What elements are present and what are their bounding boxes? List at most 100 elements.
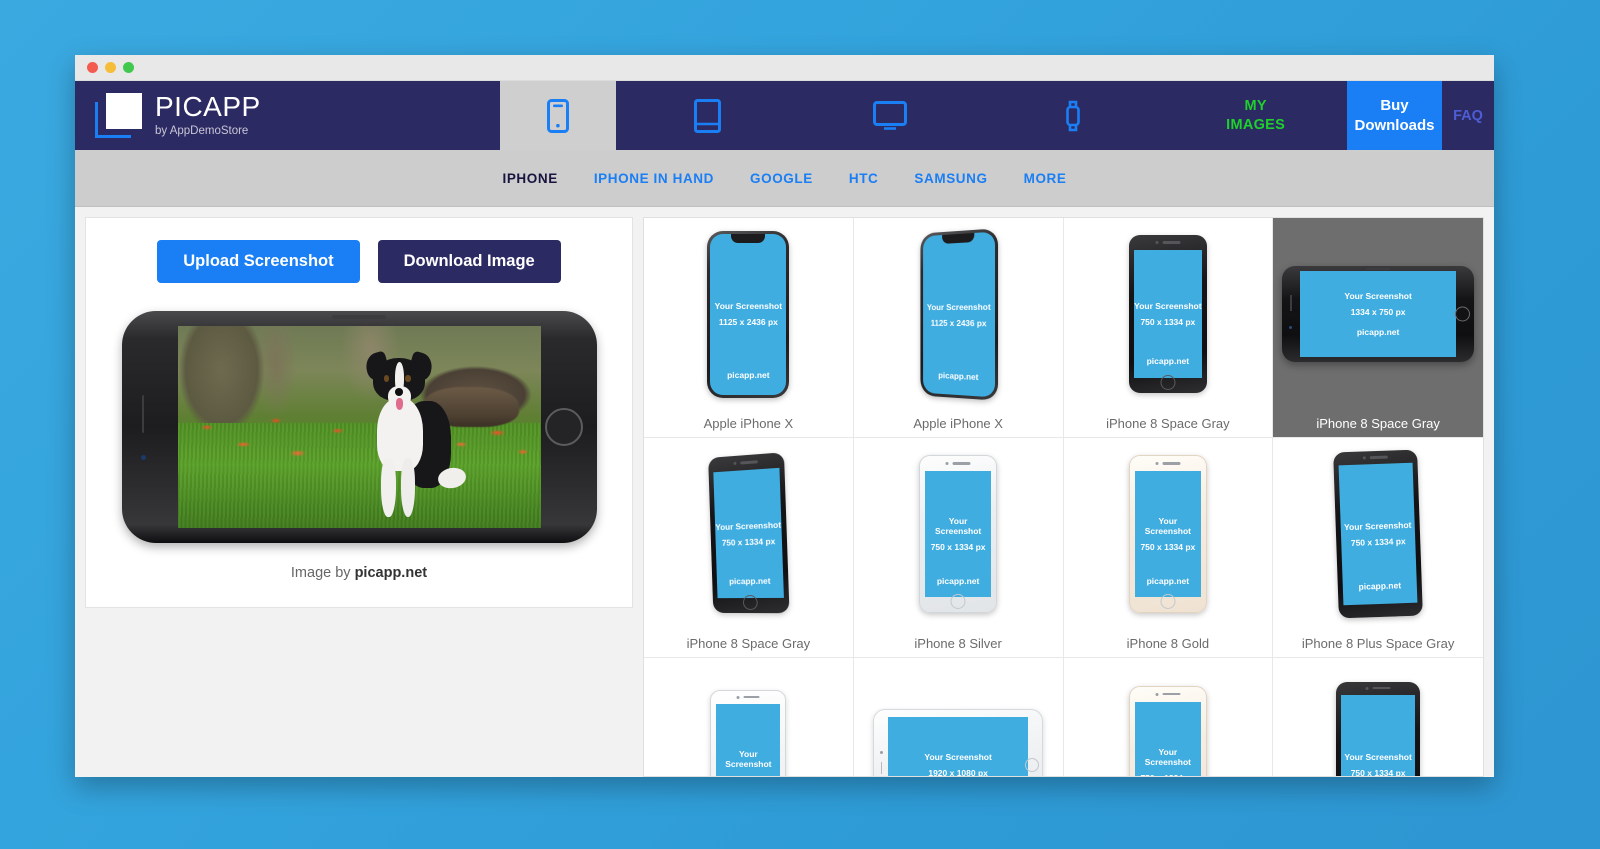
placeholder-screen: Your Screenshot 750 x 1334 px picapp.net [1134,471,1201,597]
nav-tab-phone[interactable] [500,81,616,150]
placeholder-size: 750 x 1334 px [722,536,776,548]
subnav-item-htc[interactable]: HTC [849,171,879,186]
brand-title: PICAPP [155,91,261,123]
iphone-8-landscape-frame: Your Screenshot 1334 x 750 px picapp.net [1282,266,1475,362]
iphone-8-gold-frame: Your Screenshot 750 x 1334 px picapp.net [1128,455,1207,613]
device-cell-row3-4[interactable]: Your Screenshot 750 x 1334 px [1273,658,1483,776]
placeholder-screen: Your Screenshot 750 x 1334 px picapp.net [1338,462,1418,606]
placeholder-screen: Your Screenshot 750 x 1334 px picapp.net [713,467,785,599]
desktop-icon [873,100,908,131]
device-cell-iphone-8-gold[interactable]: Your Screenshot 750 x 1334 px picapp.net… [1063,438,1274,658]
picapp-logo-icon [95,93,142,138]
preview-card: Upload Screenshot Download Image Image b… [85,217,633,608]
placeholder-title: Your Screenshot [1344,291,1412,301]
front-camera-icon [880,751,884,755]
placeholder-title: Your Screenshot [934,516,982,536]
maximize-window-button[interactable] [123,62,134,73]
minimize-window-button[interactable] [105,62,116,73]
device-cell-iphone-8-space-gray-landscape[interactable]: Your Screenshot 1334 x 750 px picapp.net… [1273,218,1483,438]
placeholder-watermark: picapp.net [1146,356,1190,367]
placeholder-screen: Your Screenshot 750 x 1334 px picapp.net [1133,250,1202,378]
device-cell-iphone-8-space-gray-angled[interactable]: Your Screenshot 750 x 1334 px picapp.net… [644,438,854,658]
iphone-8-angled-frame: Your Screenshot 750 x 1334 px picapp.net [708,452,790,614]
placeholder-size: 1125 x 2436 px [718,317,778,327]
device-cell-iphone-8-silver[interactable]: Your Screenshot 750 x 1334 px picapp.net… [853,438,1064,658]
subnav-item-samsung[interactable]: SAMSUNG [914,171,987,186]
placeholder-screen: Your Screenshot 1080 x 1920 px [716,703,781,776]
camera-speaker-icon [1155,462,1181,465]
device-grid-panel[interactable]: Your Screenshot 1125 x 2436 px picapp.ne… [643,217,1484,777]
upload-screenshot-button[interactable]: Upload Screenshot [157,240,360,283]
iphone-x-frame: Your Screenshot 1125 x 2436 px picapp.ne… [707,230,790,398]
placeholder-size: 750 x 1334 px [1140,542,1196,552]
buy-downloads-line1: Buy [1380,97,1409,114]
placeholder-size: 750 x 1334 px [1350,536,1406,548]
placeholder-screen: Your Screenshot 750 x 1334 px picapp.net [925,471,992,597]
iphone-x-angled-frame: Your Screenshot 1125 x 2436 px picapp.ne… [920,227,999,401]
placeholder-screen: Your Screenshot 1125 x 2436 px picapp.ne… [710,233,787,395]
brand-logo[interactable]: PICAPP by AppDemoStore [75,81,500,150]
placeholder-title: Your Screenshot [715,519,782,533]
device-cell-iphone-8-space-gray[interactable]: Your Screenshot 750 x 1334 px picapp.net… [1063,218,1274,438]
tablet-landscape-frame: Your Screenshot 1920 x 1080 px [873,708,1044,776]
device-label: iPhone 8 Gold [1126,636,1210,651]
preview-photo [177,326,541,528]
nav-tab-desktop[interactable] [799,100,982,131]
device-grid: Your Screenshot 1125 x 2436 px picapp.ne… [644,218,1483,777]
placeholder-size: 750 x 1334 px [1140,317,1196,327]
camera-speaker-icon [1155,241,1181,244]
home-button-icon [950,594,966,609]
device-cell-row3-1[interactable]: Your Screenshot 1080 x 1920 px [644,658,854,776]
camera-speaker-icon [1365,686,1391,690]
subnav-item-more[interactable]: MORE [1024,171,1067,186]
home-button-icon [1160,375,1176,390]
subnav-item-iphone[interactable]: IPHONE [502,171,557,186]
home-button-icon [1455,306,1471,322]
placeholder-title: Your Screenshot [924,751,992,762]
device-cell-iphone-8-plus-space-gray[interactable]: Your Screenshot 750 x 1334 px picapp.net… [1273,438,1483,658]
browser-window: PICAPP by AppDemoStore MY IMAGES Buy Dow… [75,55,1494,777]
placeholder-screen: Your Screenshot 1920 x 1080 px [888,716,1029,776]
tablet-icon [693,98,721,133]
window-titlebar [75,55,1494,81]
image-credit-link[interactable]: picapp.net [355,565,428,581]
placeholder-watermark: picapp.net [1356,327,1400,337]
nav-tab-watch[interactable] [982,99,1165,133]
placeholder-title: Your Screenshot [725,749,772,769]
subnav-item-iphone-in-hand[interactable]: IPHONE IN HAND [594,171,714,186]
camera-speaker-icon [736,695,760,699]
placeholder-screen: Your Screenshot 750 x 1334 px [1134,701,1201,777]
image-credit: Image by picapp.net [106,565,612,581]
device-cell-apple-iphone-x[interactable]: Your Screenshot 1125 x 2436 px picapp.ne… [644,218,854,438]
placeholder-size: 750 x 1334 px [1140,773,1195,777]
nav-tab-tablet[interactable] [616,98,799,133]
device-label: iPhone 8 Space Gray [686,636,811,651]
faq-button[interactable]: FAQ [1442,81,1494,150]
download-image-button[interactable]: Download Image [377,240,561,283]
top-navigation: PICAPP by AppDemoStore MY IMAGES Buy Dow… [75,81,1494,150]
device-label: iPhone 8 Space Gray [1316,416,1440,431]
device-label: Apple iPhone X [913,416,1003,431]
device-label: Apple iPhone X [703,416,794,431]
volume-button-icon [880,762,883,775]
preview-mockup[interactable] [106,311,612,543]
placeholder-watermark: picapp.net [938,369,979,382]
subnav-item-google[interactable]: GOOGLE [750,171,813,186]
iphone-8-frame: Your Screenshot 750 x 1334 px picapp.net [1128,235,1207,393]
device-cell-row3-3[interactable]: Your Screenshot 750 x 1334 px [1063,658,1274,777]
device-cell-apple-iphone-x-angled[interactable]: Your Screenshot 1125 x 2436 px picapp.ne… [853,218,1064,438]
home-button-icon [1160,594,1176,609]
buy-downloads-button[interactable]: Buy Downloads [1347,81,1442,150]
close-window-button[interactable] [87,62,98,73]
image-credit-prefix: Image by [290,565,355,581]
iphone-8-plus-frame: Your Screenshot 750 x 1334 px picapp.net [1333,449,1423,619]
nav-my-images[interactable]: MY IMAGES [1164,97,1347,133]
device-cell-row3-2[interactable]: Your Screenshot 1920 x 1080 px [853,658,1064,776]
volume-button-icon [1290,294,1292,311]
placeholder-title: Your Screenshot [1343,519,1412,533]
placeholder-title: Your Screenshot [1134,301,1202,311]
camera-speaker-icon [733,460,759,465]
volume-button-icon [141,394,144,433]
placeholder-size: 1125 x 2436 px [930,316,987,328]
notch-icon [942,232,975,244]
